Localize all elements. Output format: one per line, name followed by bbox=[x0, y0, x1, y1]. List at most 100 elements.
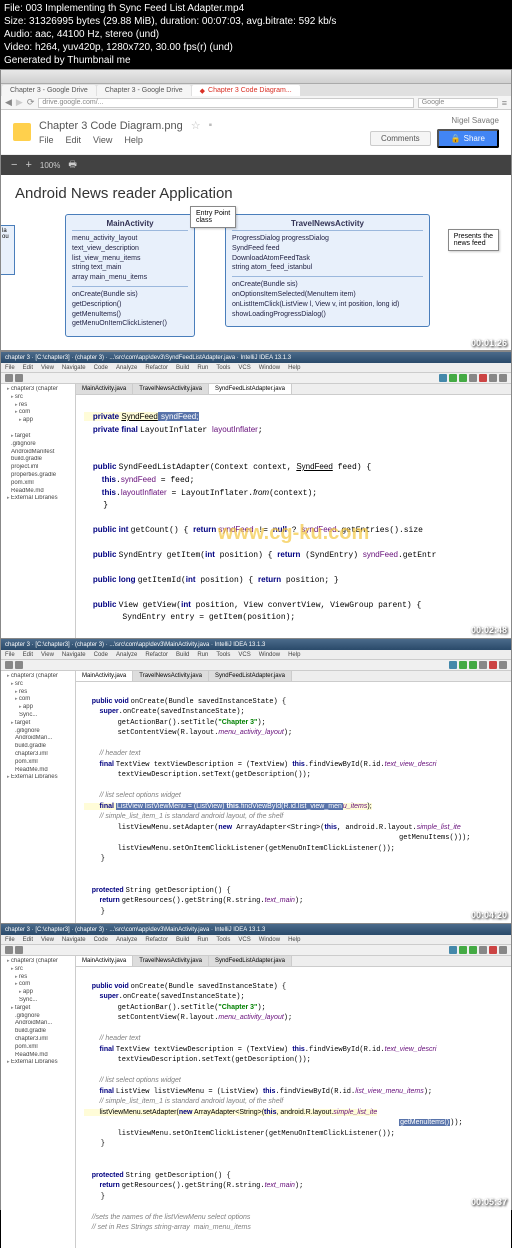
drive-icon bbox=[13, 123, 31, 141]
menu-help[interactable]: Help bbox=[124, 135, 143, 145]
ide-toolbar bbox=[1, 373, 511, 384]
editor-tab[interactable]: TravelNewsActivity.java bbox=[133, 384, 209, 394]
timestamp-3: 00:04:20 bbox=[471, 910, 507, 920]
toolbar-icon[interactable] bbox=[469, 374, 477, 382]
menu-help[interactable]: Help bbox=[288, 365, 300, 371]
lock-icon: 🔒 bbox=[451, 134, 461, 143]
menu-tools[interactable]: Tools bbox=[216, 365, 230, 371]
code-editor[interactable]: public void onCreate(Bundle savedInstanc… bbox=[76, 967, 511, 1248]
menu-edit[interactable]: Edit bbox=[23, 365, 33, 371]
ide-menubar: File Edit View Navigate Code Analyze Ref… bbox=[1, 363, 511, 373]
tree-item[interactable]: project.iml bbox=[3, 464, 73, 472]
tab-2[interactable]: Chapter 3 - Google Drive bbox=[97, 85, 191, 96]
debug-icon[interactable] bbox=[459, 374, 467, 382]
tree-item[interactable]: com bbox=[3, 409, 73, 417]
meta-gen: Generated by Thumbnail me bbox=[4, 54, 508, 67]
browser-tabs: Chapter 3 - Google Drive Chapter 3 - Goo… bbox=[1, 84, 511, 96]
menu-view[interactable]: View bbox=[93, 135, 112, 145]
menu-refactor[interactable]: Refactor bbox=[145, 365, 168, 371]
drive-menu: File Edit View Help bbox=[39, 132, 362, 145]
folder-icon[interactable]: ▪ bbox=[209, 120, 213, 131]
zoom-level[interactable]: 100% bbox=[40, 161, 60, 170]
ide-toolbar bbox=[1, 945, 511, 956]
zoom-in-icon[interactable]: + bbox=[25, 159, 31, 171]
menu-vcs[interactable]: VCS bbox=[238, 365, 250, 371]
video-metadata: File: 003 Implementing th Sync Feed List… bbox=[0, 0, 512, 69]
user-name[interactable]: Nigel Savage bbox=[370, 116, 499, 125]
class-mainactivity: MainActivity menu_activity_layout text_v… bbox=[65, 214, 195, 337]
tree-item[interactable]: pom.xml bbox=[3, 480, 73, 488]
ide-titlebar: chapter 3 · [C:\chapter3] · (chapter 3) … bbox=[1, 352, 511, 363]
menu-file[interactable]: File bbox=[39, 135, 54, 145]
toolbar-icon[interactable] bbox=[439, 374, 447, 382]
diagram-title: Android News reader Application bbox=[15, 185, 497, 202]
diagram-canvas: Android News reader Application laou Mai… bbox=[1, 175, 511, 347]
reload-icon[interactable]: ⟳ bbox=[27, 97, 35, 108]
meta-file: File: 003 Implementing th Sync Feed List… bbox=[4, 2, 508, 15]
menu-icon[interactable]: ≡ bbox=[502, 98, 507, 108]
tree-root[interactable]: chapter3 (chapter bbox=[3, 386, 73, 394]
meta-audio: Audio: aac, 44100 Hz, stereo (und) bbox=[4, 28, 508, 41]
tree-item[interactable]: External Libraries bbox=[3, 495, 73, 503]
callout-entry-point: Entry Pointclass bbox=[190, 206, 236, 228]
tree-item[interactable]: res bbox=[3, 402, 73, 410]
menu-navigate[interactable]: Navigate bbox=[62, 365, 86, 371]
forward-icon[interactable]: ▶ bbox=[16, 97, 23, 108]
tree-item[interactable]: AndroidManifest bbox=[3, 449, 73, 457]
toolbar-icon[interactable] bbox=[5, 374, 13, 382]
menu-code[interactable]: Code bbox=[94, 365, 108, 371]
back-icon[interactable]: ◀ bbox=[5, 97, 12, 108]
menu-file[interactable]: File bbox=[5, 365, 15, 371]
toolbar-icon[interactable] bbox=[499, 374, 507, 382]
editor-pane: MainActivity.java TravelNewsActivity.jav… bbox=[76, 956, 511, 1248]
frame-1: Chapter 3 - Google Drive Chapter 3 - Goo… bbox=[0, 69, 512, 351]
search-box[interactable]: Google bbox=[418, 98, 498, 108]
tree-item[interactable]: app bbox=[3, 417, 73, 425]
toolbar-icon[interactable] bbox=[15, 374, 23, 382]
zoom-toolbar: − + 100% 🖶 bbox=[1, 155, 511, 175]
class-travelnewsactivity: TravelNewsActivity ProgressDialog progre… bbox=[225, 214, 430, 327]
timestamp-4: 00:05:37 bbox=[471, 1197, 507, 1207]
document-title[interactable]: Chapter 3 Code Diagram.png bbox=[39, 120, 183, 132]
meta-video: Video: h264, yuv420p, 1280x720, 30.00 fp… bbox=[4, 41, 508, 54]
ide-toolbar bbox=[1, 660, 511, 671]
ide-menubar: FileEditViewNavigateCodeAnalyzeRefactorB… bbox=[1, 650, 511, 660]
toolbar-icon[interactable] bbox=[489, 374, 497, 382]
tree-item[interactable]: ReadMe.md bbox=[3, 488, 73, 496]
project-tree[interactable]: chapter3 (chapter src res com app Sync..… bbox=[1, 956, 76, 1248]
ide-titlebar: chapter 3 · [C:\chapter3] · (chapter 3) … bbox=[1, 924, 511, 935]
menu-run[interactable]: Run bbox=[197, 365, 208, 371]
tree-item[interactable]: properties.gradle bbox=[3, 472, 73, 480]
stop-icon[interactable] bbox=[479, 374, 487, 382]
tab-1[interactable]: Chapter 3 - Google Drive bbox=[2, 85, 96, 96]
frame-2: chapter 3 · [C:\chapter3] · (chapter 3) … bbox=[0, 351, 512, 638]
editor-tab[interactable]: MainActivity.java bbox=[76, 384, 133, 394]
tree-item[interactable]: src bbox=[3, 394, 73, 402]
run-icon[interactable] bbox=[449, 374, 457, 382]
callout-presents-feed: Presents thenews feed bbox=[448, 229, 499, 251]
menu-view[interactable]: View bbox=[41, 365, 54, 371]
star-icon[interactable]: ☆ bbox=[191, 119, 201, 132]
menu-analyze[interactable]: Analyze bbox=[116, 365, 137, 371]
url-bar[interactable]: drive.google.com/... bbox=[38, 98, 413, 108]
zoom-out-icon[interactable]: − bbox=[11, 159, 17, 171]
frame-3: chapter 3 · [C:\chapter3] · (chapter 3) … bbox=[0, 638, 512, 923]
menu-window[interactable]: Window bbox=[259, 365, 280, 371]
timestamp-2: 00:02:48 bbox=[471, 625, 507, 635]
window-titlebar bbox=[1, 70, 511, 84]
editor-tab-active[interactable]: SyndFeedListAdapter.java bbox=[209, 384, 292, 394]
share-button[interactable]: 🔒Share bbox=[437, 129, 499, 148]
comments-button[interactable]: Comments bbox=[370, 131, 431, 146]
ide-titlebar: chapter 3 · [C:\chapter3] · (chapter 3) … bbox=[1, 639, 511, 650]
menu-edit[interactable]: Edit bbox=[66, 135, 82, 145]
tree-item[interactable]: build.gradle bbox=[3, 456, 73, 464]
tab-3-active[interactable]: ◆Chapter 3 Code Diagram... bbox=[192, 85, 300, 96]
drive-header: Chapter 3 Code Diagram.png ☆ ▪ File Edit… bbox=[1, 110, 511, 155]
meta-size: Size: 31326995 bytes (29.88 MiB), durati… bbox=[4, 15, 508, 28]
tree-item[interactable]: .gitignore bbox=[3, 441, 73, 449]
print-icon[interactable]: 🖶 bbox=[68, 157, 77, 173]
tree-item[interactable]: target bbox=[3, 433, 73, 441]
menu-build[interactable]: Build bbox=[176, 365, 189, 371]
timestamp-1: 00:01:26 bbox=[471, 338, 507, 348]
ide-menubar: FileEditViewNavigateCodeAnalyzeRefactorB… bbox=[1, 935, 511, 945]
